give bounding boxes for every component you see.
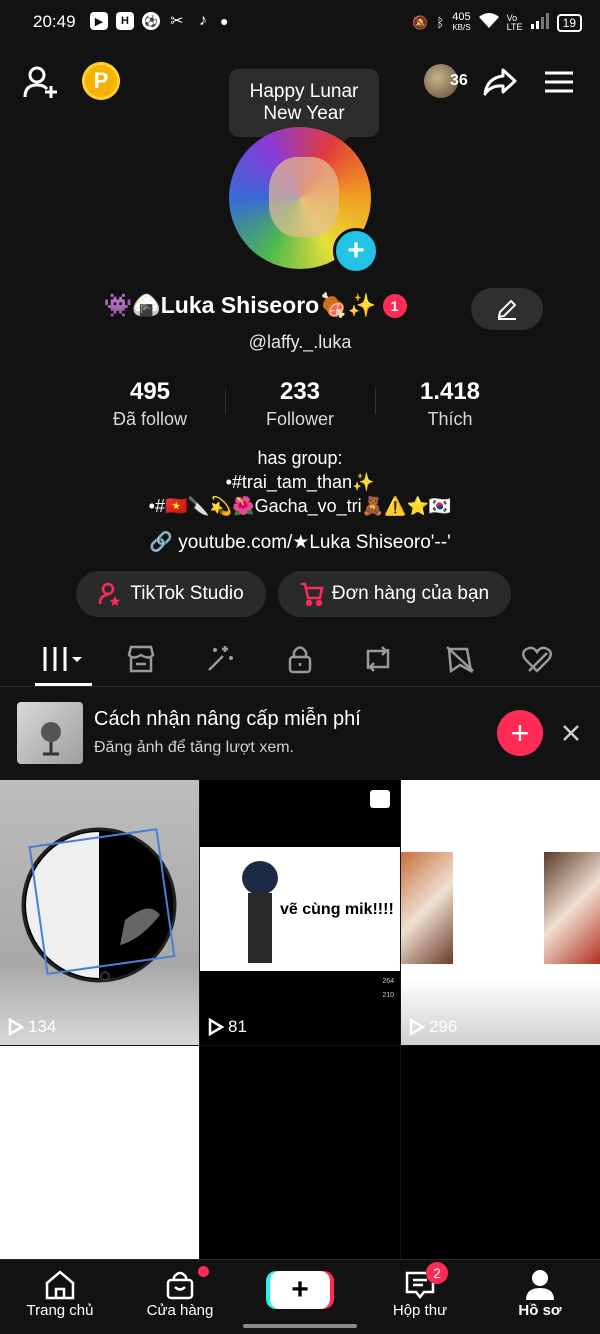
- add-user-icon: [23, 66, 57, 98]
- video-thumbnail[interactable]: [0, 1046, 199, 1260]
- likes-stat[interactable]: 1.418 Thích: [375, 378, 525, 430]
- tiktok-icon: ♪: [199, 12, 207, 29]
- play-icon: [8, 1018, 24, 1036]
- store-icon: [127, 645, 155, 673]
- banner-title: Cách nhận nâng cấp miễn phí: [94, 708, 361, 730]
- grid-menu-icon: [43, 647, 82, 671]
- plus-icon: +: [347, 234, 365, 267]
- inbox-badge: 2: [426, 1262, 448, 1284]
- video-thumbnail[interactable]: 296: [401, 780, 600, 1045]
- photo-mode-icon: [370, 790, 390, 808]
- notification-badge[interactable]: 1: [382, 293, 407, 318]
- tab-liked[interactable]: [507, 634, 567, 684]
- side-counts: 264 210: [382, 978, 394, 999]
- nav-home[interactable]: Trang chủ: [10, 1268, 110, 1319]
- tab-favorites[interactable]: [430, 634, 490, 684]
- video-views: 134: [8, 1017, 56, 1037]
- tab-private[interactable]: [270, 634, 330, 684]
- heart-hidden-icon: [521, 646, 553, 673]
- home-icon: [45, 1270, 75, 1300]
- add-story-button[interactable]: +: [333, 228, 379, 274]
- nav-shop[interactable]: Cửa hàng: [130, 1266, 230, 1319]
- video-views: 81: [208, 1017, 247, 1037]
- username-handle: @laffy._.luka: [248, 332, 352, 352]
- gesture-home-bar: [243, 1324, 357, 1328]
- friends-avatar-button[interactable]: 36: [424, 63, 472, 99]
- notification-app-icon: ▶: [90, 12, 108, 30]
- tab-reposts[interactable]: [348, 634, 408, 684]
- video-overlay-text: vẽ cùng mik!!!!: [280, 901, 394, 918]
- upgrade-banner[interactable]: Cách nhận nâng cấp miễn phí Đăng ảnh để …: [0, 687, 600, 779]
- following-stat[interactable]: 495 Đã follow: [75, 378, 225, 430]
- edit-profile-button[interactable]: [471, 288, 543, 330]
- video-preview-art: [401, 852, 453, 964]
- add-friend-button[interactable]: [20, 62, 60, 102]
- tab-shop[interactable]: [111, 634, 171, 684]
- link-icon: 🔗: [149, 532, 173, 553]
- profile-bio: has group: •#trai_tam_than✨ •#🇻🇳🔪💫🌺Gacha…: [148, 448, 452, 516]
- status-system-icons: 🔕 ᛒ 405 KB/S Vo LTE 19: [412, 12, 582, 33]
- banner-subtitle: Đăng ảnh để tăng lượt xem.: [94, 739, 294, 756]
- video-views: 296: [409, 1017, 457, 1037]
- share-icon: [483, 68, 517, 96]
- play-icon: [409, 1018, 425, 1036]
- notification-app-icon: ⚽: [142, 12, 160, 30]
- video-thumbnail[interactable]: [401, 1046, 600, 1260]
- repost-icon: [366, 646, 390, 672]
- video-thumbnail[interactable]: [200, 1046, 400, 1260]
- profile-icon: [526, 1270, 554, 1300]
- share-profile-button[interactable]: [480, 62, 520, 102]
- video-preview-art: vẽ cùng mik!!!!: [200, 847, 400, 971]
- signal-icon: [530, 13, 549, 32]
- nav-inbox[interactable]: 2 Hộp thư: [370, 1262, 470, 1319]
- plus-icon: +: [510, 714, 530, 751]
- content-tabs: [0, 634, 600, 684]
- shop-dot-badge: [198, 1266, 209, 1277]
- mute-icon: 🔕: [412, 14, 429, 30]
- banner-add-button[interactable]: +: [497, 710, 543, 756]
- lock-icon: [288, 646, 312, 674]
- profile-link[interactable]: 🔗 youtube.com/★Luka Shiseoro'--': [0, 530, 600, 554]
- tiktok-studio-button[interactable]: TikTok Studio: [76, 571, 266, 617]
- status-app-icons: ▶ H ⚽ ✂ ♪ ●: [90, 12, 228, 30]
- coin-icon: P: [93, 68, 109, 93]
- banner-thumbnail: [17, 702, 83, 764]
- video-preview-art: [21, 827, 177, 983]
- bookmark-hidden-icon: [446, 646, 474, 673]
- lte-label: Vo LTE: [506, 12, 523, 32]
- cart-icon: [300, 582, 324, 606]
- video-preview-art: [544, 852, 600, 964]
- magic-wand-icon: [208, 646, 233, 671]
- notification-app-icon: H: [116, 12, 134, 30]
- pencil-icon: [497, 299, 517, 320]
- tab-videos[interactable]: [34, 634, 94, 684]
- tab-effects[interactable]: [190, 634, 250, 684]
- shopping-bag-icon: [166, 1271, 194, 1300]
- avatar-figure: [269, 157, 339, 237]
- display-name: 👾🍙Luka Shiseoro🍖✨: [103, 292, 377, 318]
- menu-button[interactable]: [540, 62, 578, 102]
- status-time: 20:49: [33, 12, 76, 31]
- create-video-button[interactable]: +: [270, 1271, 330, 1309]
- bluetooth-icon: ᛒ: [436, 15, 445, 30]
- play-icon: [208, 1018, 224, 1036]
- plus-icon: +: [291, 1273, 309, 1306]
- battery-indicator: 19: [556, 13, 582, 32]
- wifi-icon: [478, 13, 499, 32]
- status-bar: 20:49 ▶ H ⚽ ✂ ♪ ● 🔕 ᛒ 405 KB/S Vo LTE 19: [0, 0, 600, 44]
- close-icon: [563, 725, 579, 741]
- coins-button[interactable]: P: [82, 62, 120, 100]
- hamburger-icon: [545, 71, 573, 93]
- orders-button[interactable]: Đơn hàng của bạn: [278, 571, 511, 617]
- video-thumbnail[interactable]: 134: [0, 780, 199, 1045]
- banner-close-button[interactable]: [558, 720, 584, 746]
- video-thumbnail[interactable]: vẽ cùng mik!!!! 264 210 81: [200, 780, 400, 1045]
- more-dot-icon: ●: [220, 13, 229, 29]
- network-speed: 405 KB/S: [452, 11, 471, 33]
- nav-profile[interactable]: Hồ sơ: [490, 1268, 590, 1319]
- capcut-icon: ✂: [170, 13, 184, 30]
- followers-stat[interactable]: 233 Follower: [225, 378, 375, 430]
- friends-count: 36: [450, 72, 468, 89]
- studio-user-icon: [99, 582, 121, 606]
